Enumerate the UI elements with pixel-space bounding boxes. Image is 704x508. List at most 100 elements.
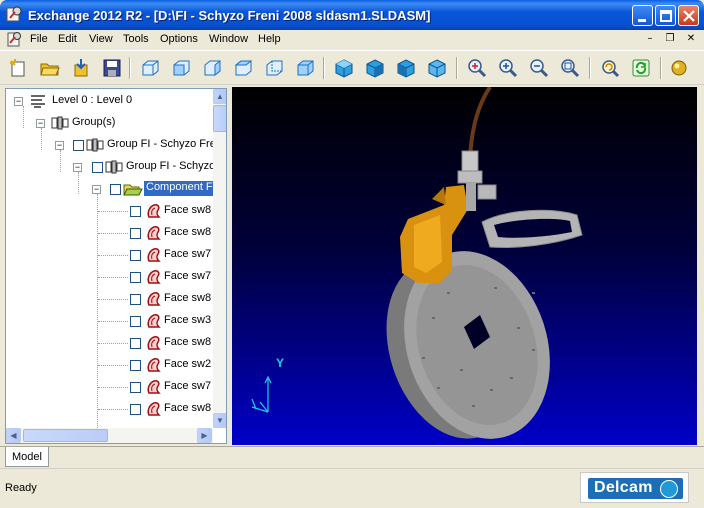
scroll-up-icon[interactable]: ▲	[213, 89, 226, 104]
collapse-icon[interactable]: −	[92, 185, 101, 194]
tree-item-label: Face sw8	[164, 226, 212, 238]
tree-item-component[interactable]: − Component F	[6, 179, 215, 199]
tree-item-face[interactable]: Face sw7	[6, 377, 212, 397]
tree-checkbox[interactable]	[73, 140, 84, 151]
face-icon	[147, 314, 161, 328]
tree-checkbox[interactable]	[130, 272, 141, 283]
face-icon	[147, 336, 161, 350]
menu-bar: File Edit View Tools Options Window Help…	[0, 30, 704, 49]
brand-name: Delcam	[594, 479, 653, 496]
tree-checkbox[interactable]	[110, 184, 121, 195]
menu-tools[interactable]: Tools	[123, 33, 149, 45]
wheel	[386, 251, 550, 439]
tree-checkbox[interactable]	[130, 250, 141, 261]
tree-checkbox[interactable]	[130, 228, 141, 239]
tree-checkbox[interactable]	[130, 382, 141, 393]
import-icon[interactable]	[70, 57, 92, 79]
scroll-left-icon[interactable]: ◀	[6, 428, 21, 443]
tree-checkbox[interactable]	[130, 316, 141, 327]
tree-connector	[98, 321, 128, 322]
rotate-icon[interactable]	[599, 57, 621, 79]
tree-item-label: Group FI - Schyzo	[126, 160, 216, 172]
view-left-icon[interactable]	[232, 57, 254, 79]
status-bar: Ready Delcam	[0, 468, 704, 508]
tree-checkbox[interactable]	[130, 360, 141, 371]
scroll-right-icon[interactable]: ▶	[197, 428, 212, 443]
menu-window[interactable]: Window	[209, 33, 248, 45]
zoom-in-icon[interactable]	[497, 57, 519, 79]
menu-edit[interactable]: Edit	[58, 33, 77, 45]
3d-viewport[interactable]: Y	[232, 87, 697, 445]
minimize-button[interactable]	[632, 5, 653, 26]
mdi-close-button[interactable]: ✕	[684, 32, 698, 46]
tree-item-group2[interactable]: − Group FI - Schyzo	[6, 157, 216, 177]
shaded-cube-4-icon[interactable]	[426, 57, 448, 79]
model-render: Y	[251, 87, 583, 439]
view-back-icon[interactable]	[201, 57, 223, 79]
sphere-icon[interactable]	[668, 57, 690, 79]
tree-item-face[interactable]: Face sw8	[6, 201, 212, 221]
tree-connector	[98, 387, 128, 388]
face-icon	[147, 358, 161, 372]
tree-connector	[98, 255, 128, 256]
zoom-fit-icon[interactable]	[466, 57, 488, 79]
maximize-button[interactable]	[655, 5, 676, 26]
tree-item-root[interactable]: − Level 0 : Level 0	[6, 91, 212, 111]
collapse-icon[interactable]: −	[55, 141, 64, 150]
tree-item-face[interactable]: Face sw8	[6, 223, 212, 243]
tree-item-face[interactable]: Face sw8	[6, 289, 212, 309]
tree-item-face[interactable]: Face sw3	[6, 311, 212, 331]
shaded-cube-3-icon[interactable]	[395, 57, 417, 79]
scroll-thumb[interactable]	[213, 105, 226, 132]
tree-item-face[interactable]: Face sw8	[6, 333, 212, 353]
save-icon[interactable]	[101, 57, 123, 79]
menu-view[interactable]: View	[89, 33, 113, 45]
close-button[interactable]	[678, 5, 699, 26]
tree-connector	[98, 277, 128, 278]
tree-item-face[interactable]: Face sw7	[6, 245, 212, 265]
window-title: Exchange 2012 R2 - [D:\FI - Schyzo Freni…	[28, 8, 431, 23]
open-icon[interactable]	[39, 57, 61, 79]
view-front-icon[interactable]	[170, 57, 192, 79]
mdi-minimize-button[interactable]: –	[643, 32, 657, 46]
tree-item-face[interactable]: Face sw8	[6, 399, 212, 419]
collapse-icon[interactable]: −	[73, 163, 82, 172]
view-top-icon[interactable]	[294, 57, 316, 79]
collapse-icon[interactable]: −	[14, 97, 23, 106]
tree-checkbox[interactable]	[130, 294, 141, 305]
tree-checkbox[interactable]	[130, 206, 141, 217]
horizontal-scrollbar[interactable]: ◀ ▶	[6, 428, 213, 443]
cable	[468, 87, 492, 158]
menu-help[interactable]: Help	[258, 33, 281, 45]
shaded-cube-icon[interactable]	[333, 57, 355, 79]
shaded-cube-2-icon[interactable]	[364, 57, 386, 79]
view-right-icon[interactable]	[263, 57, 285, 79]
face-icon	[147, 270, 161, 284]
vertical-scrollbar[interactable]: ▲ ▼	[213, 89, 226, 428]
collapse-icon[interactable]: −	[36, 119, 45, 128]
mdi-restore-button[interactable]: ❐	[663, 32, 677, 46]
tree-checkbox[interactable]	[130, 338, 141, 349]
tree-checkbox[interactable]	[130, 404, 141, 415]
tab-label: Model	[12, 451, 42, 463]
tab-model[interactable]: Model	[5, 447, 49, 467]
tree-item-group1[interactable]: − Group FI - Schyzo Fre	[6, 135, 216, 155]
tree-item-label: Group FI - Schyzo Fre	[107, 138, 216, 150]
zoom-out-icon[interactable]	[528, 57, 550, 79]
scroll-down-icon[interactable]: ▼	[213, 413, 226, 428]
menu-options[interactable]: Options	[160, 33, 198, 45]
scroll-thumb[interactable]	[23, 429, 108, 442]
axis-y-label: Y	[276, 356, 284, 370]
view-iso-icon[interactable]	[139, 57, 161, 79]
tree-item-groups[interactable]: − Group(s)	[6, 113, 212, 133]
tree-connector	[98, 343, 128, 344]
document-icon[interactable]	[7, 32, 23, 47]
tree-connector	[98, 365, 128, 366]
tree-item-face[interactable]: Face sw2	[6, 355, 212, 375]
zoom-box-icon[interactable]	[559, 57, 581, 79]
tree-checkbox[interactable]	[92, 162, 103, 173]
menu-file[interactable]: File	[30, 33, 48, 45]
refresh-icon[interactable]	[630, 57, 652, 79]
tree-item-face[interactable]: Face sw7	[6, 267, 212, 287]
new-icon[interactable]	[8, 57, 30, 79]
